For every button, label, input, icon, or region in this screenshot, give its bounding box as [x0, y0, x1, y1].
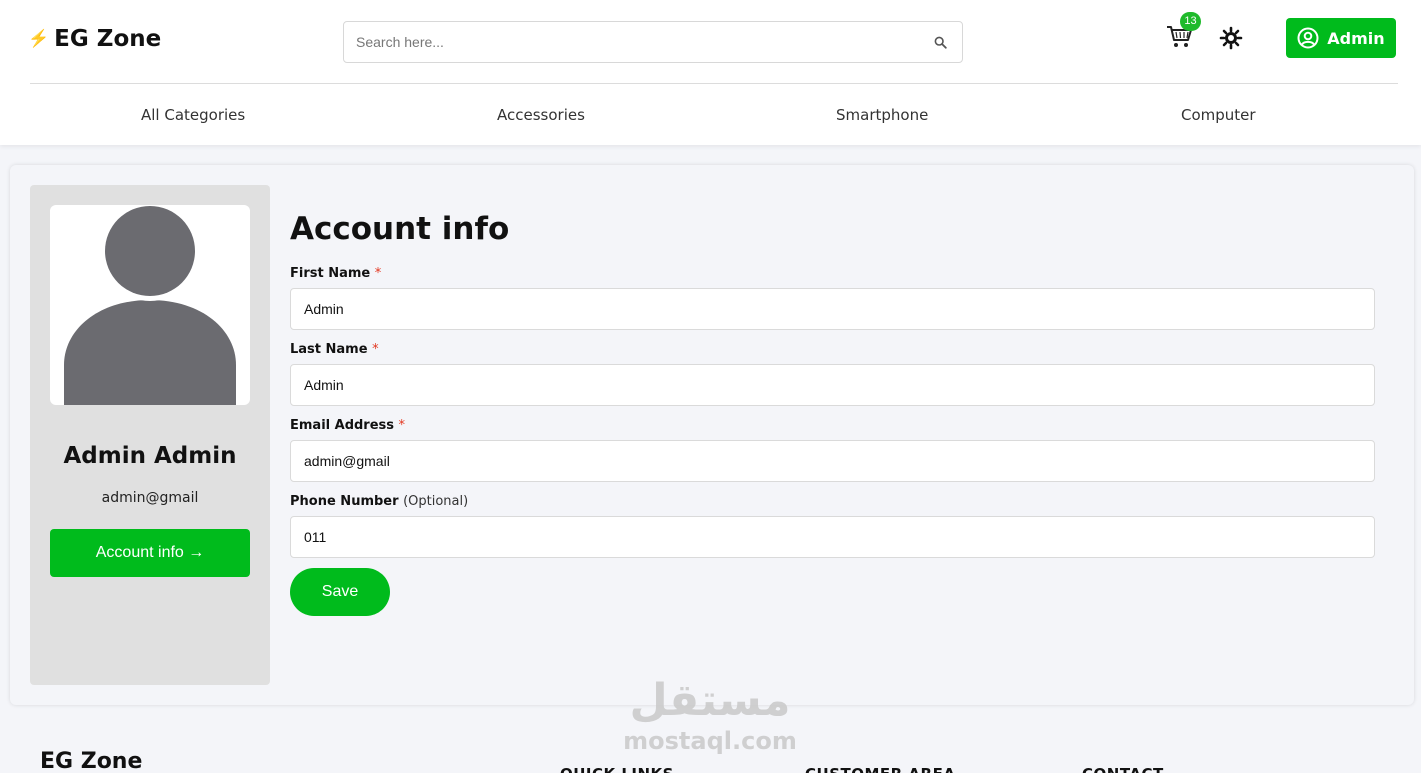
- last-name-label-text: Last Name: [290, 342, 368, 357]
- bolt-icon: ⚡: [28, 29, 50, 48]
- user-silhouette-icon: [64, 205, 236, 405]
- last-name-label: Last Name *: [290, 342, 379, 357]
- email-label-text: Email Address: [290, 418, 395, 433]
- footer-heading-quick-links: QUICK LINKS: [560, 765, 674, 773]
- phone-field[interactable]: [290, 516, 1375, 558]
- logo-text: EG Zone: [54, 26, 162, 52]
- footer-heading-contact: CONTACT: [1082, 765, 1164, 773]
- admin-account-button[interactable]: Admin: [1286, 18, 1396, 58]
- phone-label-text: Phone Number: [290, 494, 399, 509]
- required-mark: *: [374, 266, 382, 281]
- watermark-arabic: مستقل: [629, 675, 791, 726]
- watermark: مستقل mostaql.com: [620, 675, 800, 755]
- admin-button-label: Admin: [1327, 28, 1385, 48]
- last-name-field[interactable]: [290, 364, 1375, 406]
- page-title: Account info: [290, 211, 510, 247]
- required-mark: *: [398, 418, 406, 433]
- cart-count-badge: 13: [1180, 12, 1201, 31]
- footer-heading-customer-area: CUSTOMER AREA: [805, 765, 955, 773]
- search-input[interactable]: [344, 22, 918, 62]
- first-name-label: First Name *: [290, 266, 381, 281]
- search-icon[interactable]: [918, 36, 962, 49]
- watermark-latin: mostaql.com: [623, 727, 797, 755]
- email-field[interactable]: [290, 440, 1375, 482]
- avatar: [50, 205, 250, 405]
- first-name-label-text: First Name: [290, 266, 371, 281]
- site-header: ⚡ EG Zone 13: [0, 0, 1421, 145]
- email-label: Email Address *: [290, 418, 405, 433]
- phone-label: Phone Number (Optional): [290, 494, 468, 509]
- first-name-field[interactable]: [290, 288, 1375, 330]
- search-bar: [343, 21, 963, 63]
- footer-logo: EG Zone: [40, 749, 143, 773]
- user-circle-icon: [1297, 27, 1319, 49]
- nav-smartphone[interactable]: Smartphone: [836, 106, 928, 124]
- required-mark: *: [372, 342, 379, 357]
- nav-computer[interactable]: Computer: [1181, 106, 1256, 124]
- profile-email: admin@gmail: [101, 490, 199, 506]
- nav-all-categories[interactable]: All Categories: [141, 106, 245, 124]
- nav-accessories[interactable]: Accessories: [497, 106, 585, 124]
- theme-toggle-icon[interactable]: [1219, 26, 1243, 50]
- profile-name: Admin Admin: [63, 443, 237, 469]
- optional-note: (Optional): [403, 494, 469, 509]
- header-divider: [30, 83, 1398, 84]
- account-info-button[interactable]: Account info →: [50, 529, 250, 577]
- save-button[interactable]: Save: [290, 568, 390, 616]
- site-logo[interactable]: ⚡ EG Zone: [28, 26, 161, 52]
